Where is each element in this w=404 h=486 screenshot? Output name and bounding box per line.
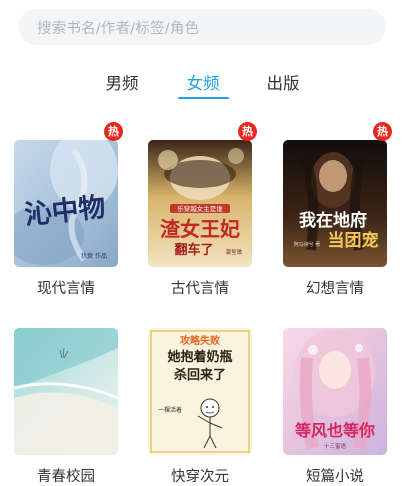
cover-author: 十三蜜语 [324, 442, 347, 450]
search-input[interactable]: 搜索书名/作者/标签/角色 [18, 9, 386, 45]
book-cover-image[interactable]: 等风也等你 十三蜜语 [283, 328, 387, 455]
book-cover-image[interactable]: 攻略失败 她抱着奶瓶 杀回来了 一棵活着 [148, 328, 252, 455]
cover-subtitle: 翻车了 [174, 242, 213, 258]
cover-author: 慕笙歌 [226, 248, 243, 256]
hot-badge: 热 [373, 122, 392, 141]
book-cover-image[interactable]: 沁中物 犹蓑 作品 [14, 140, 118, 267]
cover-badge: 乐穿越女主是谁 [177, 204, 223, 213]
tab-publishing[interactable]: 出版 [267, 70, 300, 94]
cover-title-line-3: 杀回来了 [174, 367, 226, 383]
cover-title-line-2: 她抱着奶瓶 [167, 349, 232, 365]
search-placeholder: 搜索书名/作者/标签/角色 [37, 20, 200, 37]
channel-tabs: 男频 女频 出版 [0, 64, 404, 104]
category-label: 快穿次元 [171, 469, 229, 485]
category-label: 幻想言情 [306, 281, 364, 297]
book-cover-image[interactable]: 我在地府 当团宠 阿马诗兮 著 [283, 140, 387, 267]
hot-badge: 热 [104, 122, 123, 141]
category-label: 现代言情 [37, 281, 95, 297]
tab-male[interactable]: 男频 [106, 70, 139, 94]
active-tab-indicator [178, 97, 229, 99]
book-cover-image[interactable]: 乐穿越女主是谁 渣女王妃 翻车了 慕笙歌 [148, 140, 252, 267]
book-cover-image[interactable] [14, 328, 118, 455]
cover-title-line-1: 攻略失败 [180, 334, 220, 347]
cover-author: 阿马诗兮 著 [294, 241, 321, 248]
cover-title-line-2: 当团宠 [328, 230, 379, 251]
tab-female[interactable]: 女频 [187, 70, 220, 94]
category-label: 青春校园 [37, 469, 95, 485]
category-label: 古代言情 [171, 281, 229, 297]
cover-author: 一棵活着 [158, 406, 182, 414]
cover-title: 渣女王妃 [160, 217, 240, 241]
cover-title: 等风也等你 [294, 421, 375, 440]
hot-badge: 热 [238, 122, 257, 141]
cover-author: 犹蓑 作品 [81, 252, 107, 260]
category-label: 短篇小说 [306, 469, 364, 485]
cover-title-line-1: 我在地府 [299, 210, 367, 231]
